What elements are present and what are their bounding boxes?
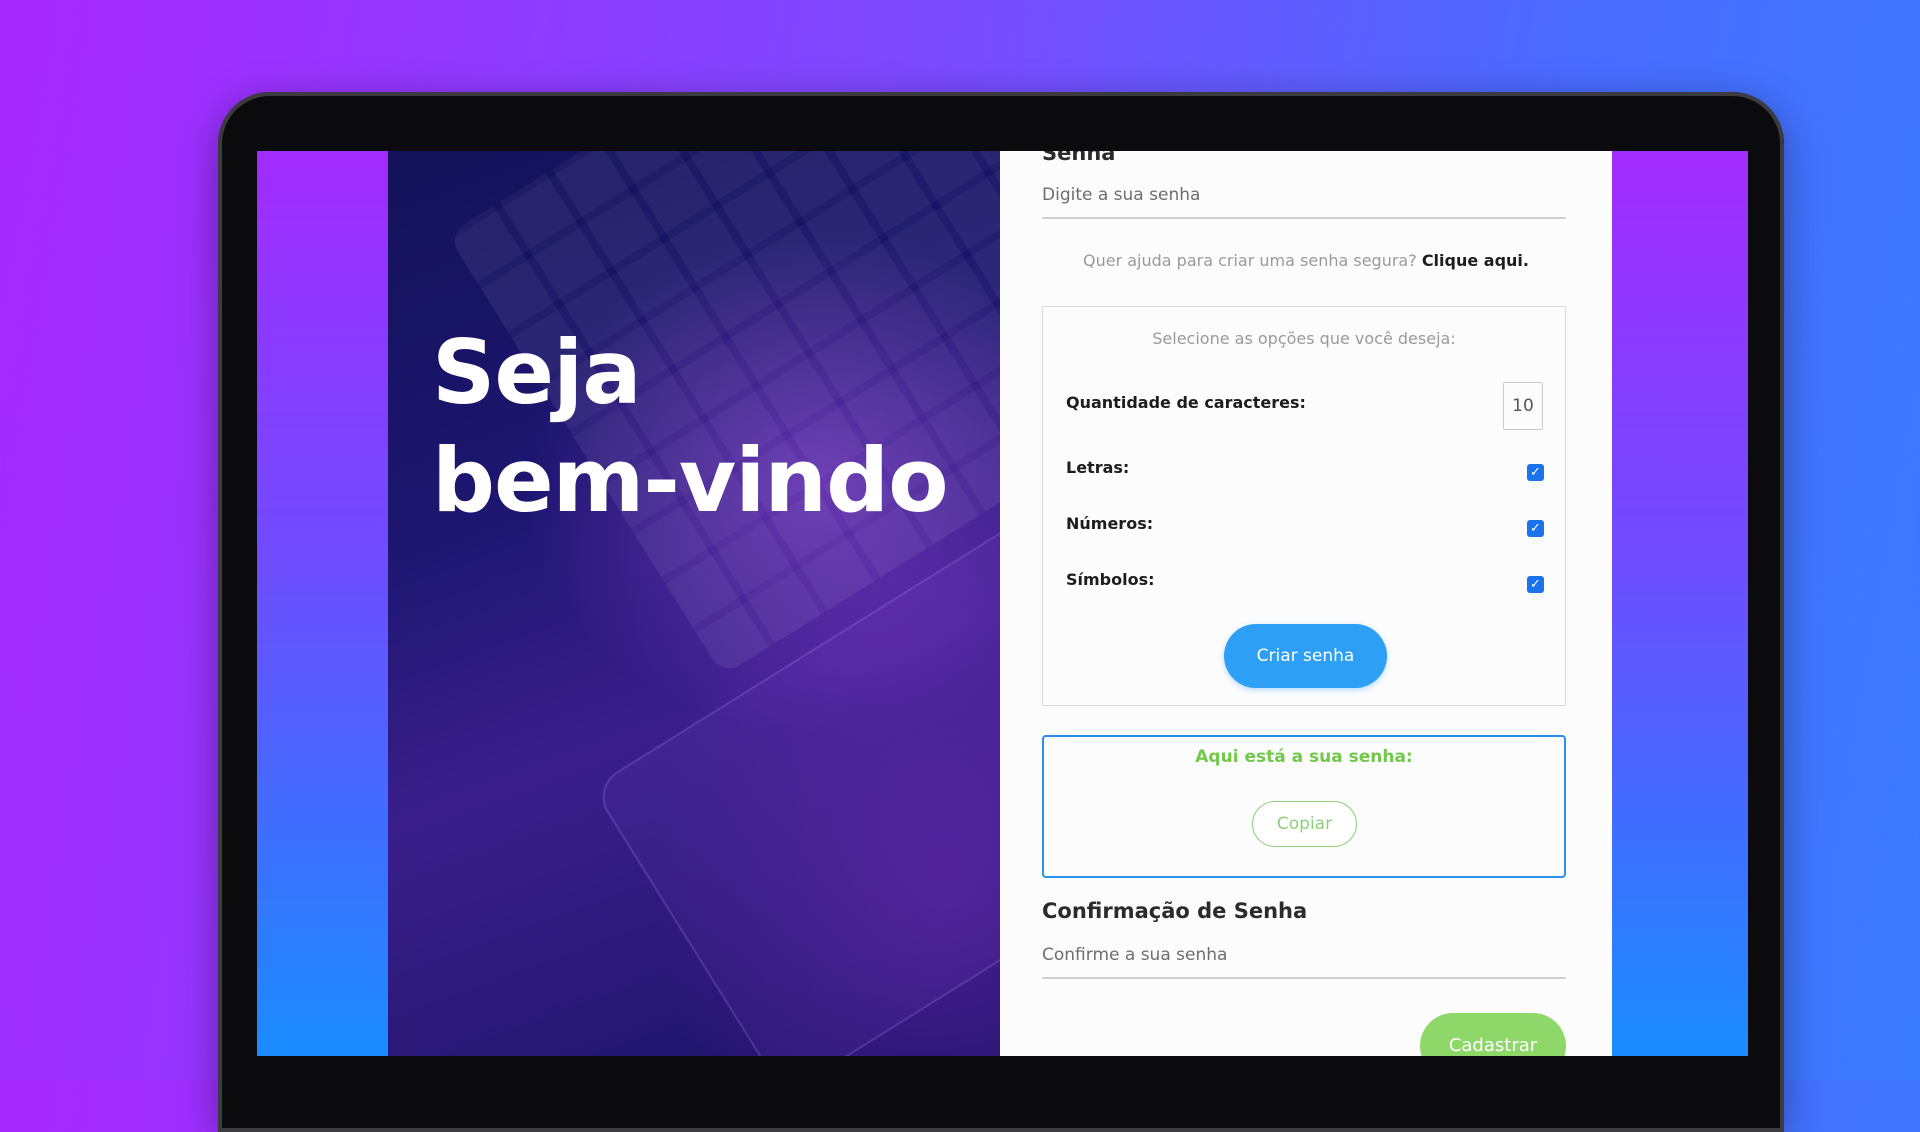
numbers-checkbox[interactable]: ✓ (1527, 520, 1544, 537)
confirm-password-input[interactable] (1042, 933, 1566, 979)
numbers-label: Números: (1066, 514, 1154, 533)
password-input[interactable] (1042, 173, 1566, 219)
confirm-password-label: Confirmação de Senha (1042, 899, 1308, 923)
welcome-hero: Seja bem-vindo (388, 151, 1000, 1056)
length-input[interactable]: 10 (1503, 382, 1543, 430)
generated-password-box: Aqui está a sua senha: Copiar (1042, 735, 1566, 878)
letters-checkbox[interactable]: ✓ (1527, 464, 1544, 481)
symbols-checkbox[interactable]: ✓ (1527, 576, 1544, 593)
password-help-text: Quer ajuda para criar uma senha segura? (1083, 251, 1417, 270)
length-label: Quantidade de caracteres: (1066, 393, 1306, 412)
password-label: Senha (1042, 151, 1116, 165)
symbols-label: Símbolos: (1066, 570, 1155, 589)
copy-button[interactable]: Copiar (1252, 801, 1357, 847)
options-title: Selecione as opções que você deseja: (1152, 329, 1456, 348)
password-options-box: Selecione as opções que você deseja: Qua… (1042, 306, 1566, 706)
letters-label: Letras: (1066, 458, 1130, 477)
password-help-link[interactable]: Clique aqui. (1422, 251, 1529, 270)
create-password-button[interactable]: Criar senha (1224, 624, 1387, 688)
password-help: Quer ajuda para criar uma senha segura? … (1000, 251, 1612, 270)
signup-form-panel: Senha Quer ajuda para criar uma senha se… (1000, 151, 1612, 1056)
generated-password-title: Aqui está a sua senha: (1195, 747, 1413, 767)
register-button[interactable]: Cadastrar (1420, 1013, 1566, 1056)
laptop-screen: Seja bem-vindo Senha Quer ajuda para cri… (257, 151, 1748, 1056)
welcome-title: Seja bem-vindo (432, 321, 949, 532)
